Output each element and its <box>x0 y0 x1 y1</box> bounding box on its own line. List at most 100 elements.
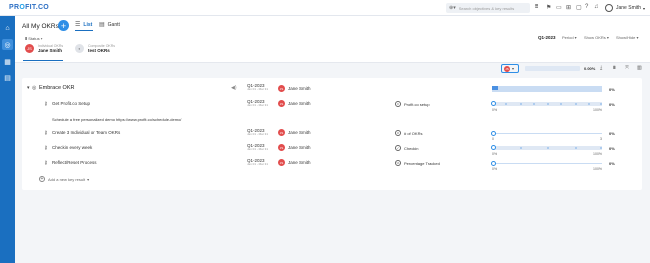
progress-min: 0% <box>492 108 498 112</box>
add-key-result-button[interactable]: + Add a new key result ▾ <box>39 176 89 182</box>
progress-max: 100% <box>593 167 602 171</box>
download-icon[interactable]: ⤓ <box>600 65 602 71</box>
metric-icon: ≡ <box>395 101 401 107</box>
milestone-bar[interactable] <box>491 100 602 106</box>
chevron-down-icon[interactable]: ▾ <box>27 85 30 91</box>
key-result-pct: 0% <box>609 131 615 136</box>
gantt-icon: ▤ <box>99 22 105 28</box>
key-result-metric: # # of OKRs <box>395 130 422 136</box>
top-bar: PROFIT.CO ⊕▾ Search objectives & key res… <box>0 0 650 16</box>
key-result-period: Q1-2023 Jan 01 - Mar 31 <box>247 158 268 167</box>
key-result-title[interactable]: Get Profit.co Setup <box>52 101 90 106</box>
key-result-period: Q1-2023 Jan 01 - Mar 31 <box>247 128 268 137</box>
show-hide-label: Show/Hide <box>616 35 636 40</box>
key-result-title[interactable]: Checkin every week <box>52 145 92 150</box>
overall-progress-pct: 0.00% <box>584 66 596 71</box>
columns-icon[interactable]: ▥ <box>637 65 642 71</box>
owner-filter[interactable]: JS ▾ <box>501 64 519 73</box>
owner-chip-individual[interactable]: JS Individual OKRs Jane Smith <box>25 44 63 53</box>
key-result-row[interactable]: ⚷ Reflect/Reset Process Q1-2023 Jan 01 -… <box>22 157 642 171</box>
key-result-period: Q1-2023 Jan 01 - Mar 31 <box>247 143 268 152</box>
objective-progress-bar <box>492 86 602 92</box>
add-okr-button[interactable]: + <box>58 20 69 31</box>
bell-icon[interactable]: ♫ <box>594 4 599 10</box>
status-filter-label: Status <box>28 36 40 41</box>
key-result-owner[interactable]: JS Jane Smith <box>278 100 311 107</box>
milestone-dot <box>532 103 535 105</box>
target-icon[interactable]: ◎ <box>2 39 13 50</box>
key-icon: ⚷ <box>44 160 48 166</box>
search-input[interactable]: Search objectives & key results <box>459 6 515 11</box>
period-dropdown[interactable]: Period ▾ <box>562 35 577 40</box>
progress-fill <box>492 86 498 90</box>
chevron-down-icon: ▾ <box>643 5 646 11</box>
collapse-icon[interactable]: ⤧ <box>625 65 629 71</box>
progress-track[interactable] <box>491 161 602 166</box>
progress-min: 0% <box>492 152 498 156</box>
period-value[interactable]: Q1-2023 <box>538 35 556 40</box>
key-result-progress[interactable]: 0% 100% <box>491 161 602 171</box>
milestone-dot <box>599 147 602 149</box>
progress-track[interactable] <box>491 131 602 136</box>
objective-title[interactable]: Embrace OKR <box>39 85 74 91</box>
key-result-owner[interactable]: JS Jane Smith <box>278 159 311 166</box>
message-icon[interactable]: ▤ <box>2 72 13 83</box>
tab-list[interactable]: ☰ List <box>75 21 93 29</box>
home-icon[interactable]: ⌂ <box>2 23 13 34</box>
metric-label: Profit.co setup <box>404 101 430 107</box>
grid-icon[interactable]: ⊞ <box>566 4 571 11</box>
filter-icon[interactable]: ⩩ <box>613 65 616 71</box>
objective-pct: 0% <box>609 87 615 92</box>
tab-gantt-label: Gantt <box>107 21 120 28</box>
profitco-logo[interactable]: PROFIT.CO <box>9 4 49 11</box>
status-filter[interactable]: ⩩ Status ▾ <box>25 36 42 41</box>
flag-icon[interactable]: ⚑ <box>546 4 551 11</box>
speaker-icon[interactable]: ◀) <box>231 85 237 91</box>
milestone-dot <box>560 103 563 105</box>
user-menu[interactable]: Jane Smith ▾ <box>605 4 645 12</box>
key-result-row[interactable]: ⚷ Create 3 Individual or Team OKRs Q1-20… <box>22 127 642 141</box>
objective-row[interactable]: ▾ ◎ Embrace OKR ◀) Q1-2023 Jan 01 - Mar … <box>22 83 642 95</box>
folder-icon[interactable]: ▭ <box>556 4 562 11</box>
key-result-progress[interactable]: 0% 100% <box>491 144 602 156</box>
help-icon[interactable]: ? <box>585 4 588 10</box>
calendar-icon[interactable]: ▦ <box>2 56 13 67</box>
milestone-dot <box>599 103 602 105</box>
show-okrs-dropdown[interactable]: Show OKRs ▾ <box>584 35 609 40</box>
tab-list-label: List <box>83 21 93 28</box>
chevron-down-icon: ▾ <box>512 66 515 71</box>
progress-knob[interactable] <box>491 161 496 166</box>
key-result-owner[interactable]: JS Jane Smith <box>278 144 311 151</box>
user-name: Jane Smith <box>616 5 642 11</box>
tab-gantt[interactable]: ▤ Gantt <box>99 21 120 29</box>
chat-icon[interactable]: ▢ <box>576 4 582 11</box>
progress-knob[interactable] <box>491 144 496 150</box>
key-result-row[interactable]: ⚷ Checkin every week Q1-2023 Jan 01 - Ma… <box>22 142 642 156</box>
objective-period: Q1-2023 Jan 01 - Mar 31 <box>247 83 268 92</box>
key-result-metric: ✓ Checkin <box>395 145 418 151</box>
key-result-progress[interactable]: 0% 100% <box>491 100 602 112</box>
key-result-title[interactable]: Create 3 Individual or Team OKRs <box>52 130 120 135</box>
objective-owner[interactable]: JS Jane Smith <box>278 85 311 92</box>
search-scope-icon[interactable]: ⊕▾ <box>449 5 456 11</box>
progress-max: 100% <box>593 108 602 112</box>
progress-knob[interactable] <box>491 131 496 136</box>
period-range: Jan 01 - Mar 31 <box>247 103 269 107</box>
filter-icon[interactable]: ⩩ <box>535 4 538 11</box>
key-result-owner[interactable]: JS Jane Smith <box>278 129 311 136</box>
objective-icon: ◎ <box>32 85 37 91</box>
toolbar-row: JS ▾ 0.00% ⤓ ⩩ ⤧ ▥ <box>15 63 650 76</box>
owner-chip-name: Jane Smith <box>38 48 63 53</box>
key-result-pct: 0% <box>609 146 615 151</box>
key-result-title[interactable]: Reflect/Reset Process <box>52 160 97 165</box>
progress-knob[interactable] <box>491 100 496 106</box>
owner-chip-composite[interactable]: ◐ Composite OKRs test OKRs <box>75 44 115 53</box>
show-hide-dropdown[interactable]: Show/Hide ▾ <box>616 35 638 40</box>
key-result-row[interactable]: ⚷ Get Profit.co Setup Q1-2023 Jan 01 - M… <box>22 98 642 112</box>
search-box[interactable]: ⊕▾ Search objectives & key results <box>446 3 530 13</box>
milestone-dot <box>519 147 522 149</box>
milestone-bar[interactable] <box>491 144 602 150</box>
avatar: JS <box>278 85 285 92</box>
owner-name: Jane Smith <box>288 86 311 91</box>
key-result-progress[interactable]: 0 3 <box>491 131 602 141</box>
